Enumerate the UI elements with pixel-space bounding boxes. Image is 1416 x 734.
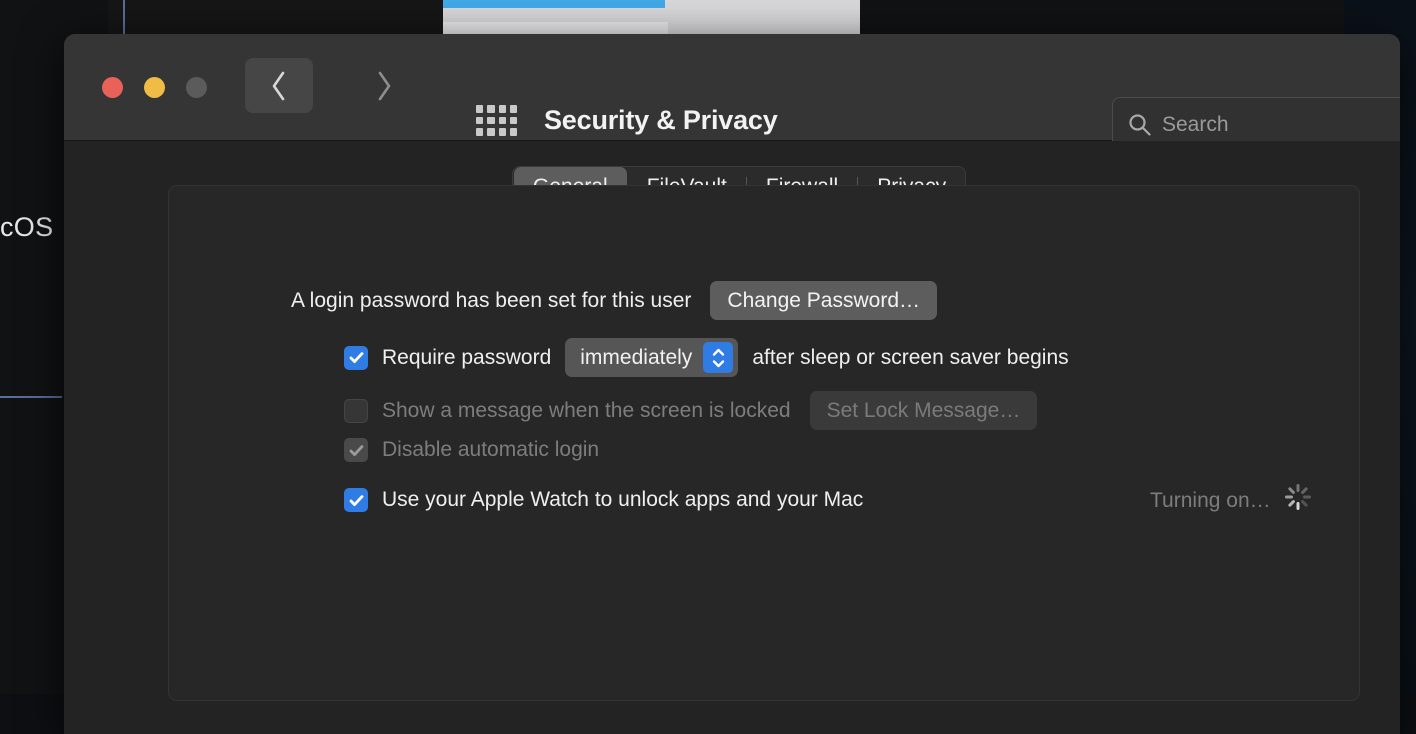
disable-auto-login-label: Disable automatic login xyxy=(382,438,599,462)
background-macos-text: cOS xyxy=(0,212,53,243)
search-icon xyxy=(1127,112,1153,138)
apple-watch-status-group: Turning on… xyxy=(1150,488,1311,514)
disable-auto-login-row: Disable automatic login xyxy=(344,438,599,462)
change-password-button[interactable]: Change Password… xyxy=(710,281,937,320)
chevron-right-icon xyxy=(374,69,394,103)
stepper-chevrons-icon[interactable] xyxy=(703,342,733,373)
checkmark-icon xyxy=(348,492,365,509)
back-button[interactable] xyxy=(245,58,313,113)
set-lock-message-button[interactable]: Set Lock Message… xyxy=(810,391,1038,430)
show-lock-message-checkbox[interactable] xyxy=(344,399,368,423)
window-titlebar[interactable]: Security & Privacy Search xyxy=(64,34,1400,141)
general-settings-panel: A login password has been set for this u… xyxy=(168,185,1360,701)
login-password-text: A login password has been set for this u… xyxy=(291,289,691,313)
apple-watch-label: Use your Apple Watch to unlock apps and … xyxy=(382,488,863,512)
close-button[interactable] xyxy=(102,77,123,98)
require-password-label: Require password xyxy=(382,346,551,370)
forward-button[interactable] xyxy=(350,58,418,113)
require-password-delay-popup[interactable]: immediately xyxy=(565,338,738,377)
maximize-button[interactable] xyxy=(186,77,207,98)
chevron-down-icon xyxy=(711,359,726,368)
checkmark-icon xyxy=(348,442,365,459)
show-lock-message-label: Show a message when the screen is locked xyxy=(382,399,791,423)
require-password-row: Require password immediately after sleep… xyxy=(344,338,1069,377)
show-lock-message-row: Show a message when the screen is locked… xyxy=(344,391,1037,430)
checkmark-icon xyxy=(348,349,365,366)
require-password-checkbox[interactable] xyxy=(344,346,368,370)
show-all-grid-icon[interactable] xyxy=(476,105,517,136)
apple-watch-checkbox[interactable] xyxy=(344,488,368,512)
login-password-row: A login password has been set for this u… xyxy=(291,281,937,320)
chevron-up-icon xyxy=(711,348,726,357)
apple-watch-row: Use your Apple Watch to unlock apps and … xyxy=(344,488,863,512)
page-title: Security & Privacy xyxy=(544,105,778,136)
require-password-suffix: after sleep or screen saver begins xyxy=(752,346,1068,370)
minimize-button[interactable] xyxy=(144,77,165,98)
search-placeholder: Search xyxy=(1162,113,1229,137)
window-body: General FileVault Firewall Privacy A log… xyxy=(64,141,1400,734)
window-controls xyxy=(102,77,207,98)
apple-watch-status: Turning on… xyxy=(1150,489,1271,513)
require-password-delay-value: immediately xyxy=(580,346,692,370)
background-blue-line-vertical xyxy=(123,0,125,38)
security-privacy-window: Security & Privacy Search General FileVa… xyxy=(64,34,1400,734)
disable-auto-login-checkbox[interactable] xyxy=(344,438,368,462)
background-blue-header xyxy=(443,0,665,8)
background-blue-line-horizontal xyxy=(0,396,62,398)
loading-spinner-icon xyxy=(1285,488,1311,514)
chevron-left-icon xyxy=(269,69,289,103)
